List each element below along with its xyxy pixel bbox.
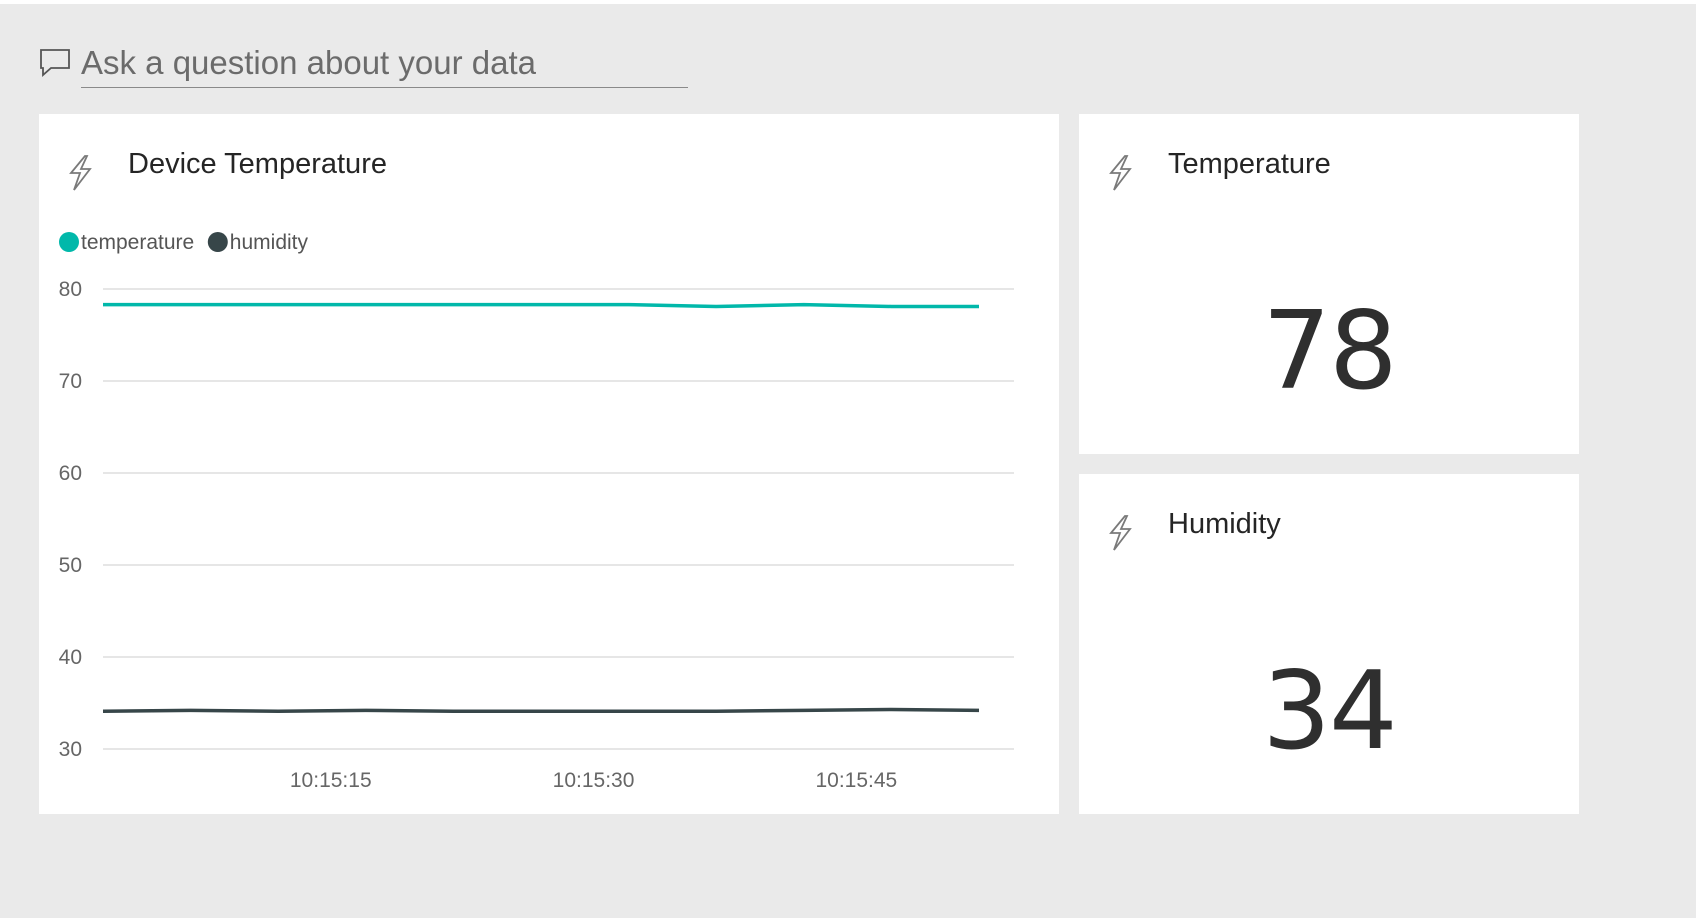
humidity-value: 34 [1262,649,1397,774]
temperature-value: 78 [1262,289,1397,414]
qa-bar[interactable] [39,38,689,92]
dashboard-area: Device Temperature temperaturehumidity30… [0,4,1696,918]
legend-label-humidity: humidity [230,231,309,254]
series-line-temperature [103,302,979,309]
temperature-tile[interactable]: Temperature 78 [1079,114,1579,454]
x-tick-label: 10:15:45 [815,769,897,792]
qa-input[interactable] [81,38,688,88]
humidity-tile[interactable]: Humidity 34 [1079,474,1579,814]
y-tick-label: 60 [59,462,82,485]
legend-marker-humidity [207,232,228,252]
series-line-humidity [102,707,980,714]
y-tick-label: 30 [59,738,82,761]
y-tick-label: 70 [59,370,82,393]
legend-marker-temperature [59,232,79,252]
device-temperature-tile[interactable]: Device Temperature temperature humidity 30… [39,114,1059,814]
legend-label-temperature: temperature [81,231,194,254]
y-tick-label: 40 [59,646,82,669]
line-chart: temperature humidity 30 40 50 60 70 80 10:15:15 1… [59,231,1014,792]
tile-title: Humidity [1168,508,1281,540]
y-tick-label: 50 [59,554,82,577]
x-tick-label: 10:15:30 [553,769,635,792]
y-tick-label: 80 [59,278,82,301]
x-tick-label: 10:15:15 [290,769,372,792]
tile-title: Temperature [1168,148,1331,180]
page-canvas: Device Temperature temperaturehumidity30… [0,0,1696,918]
